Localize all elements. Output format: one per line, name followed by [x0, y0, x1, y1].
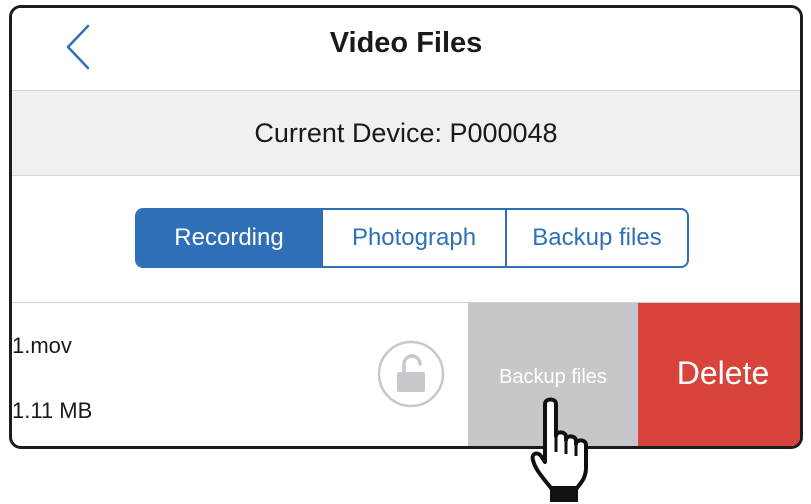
page-title: Video Files: [329, 27, 483, 59]
file-size: 1.11 MB: [12, 398, 93, 423]
delete-button[interactable]: Delete: [638, 303, 800, 446]
lock-toggle-button[interactable]: [377, 340, 445, 408]
file-type-segmented-control: Recording Photograph Backup files: [135, 208, 689, 268]
tab-photograph[interactable]: Photograph: [321, 210, 505, 266]
current-device-bar: Current Device: P000048: [12, 90, 800, 176]
navigation-bar: Video Files: [12, 8, 800, 90]
file-list-row[interactable]: 1.mov 1.11 MB Backup files Delete: [12, 303, 800, 446]
app-screen: Video Files Current Device: P000048 Reco…: [9, 5, 803, 449]
tab-backup-files[interactable]: Backup files: [505, 210, 687, 266]
tab-recording[interactable]: Recording: [137, 210, 321, 266]
file-name: 1.mov: [12, 333, 72, 358]
unlocked-padlock-icon: [377, 340, 445, 408]
current-device-label: Current Device: P000048: [254, 118, 558, 148]
pointing-hand-icon: [530, 397, 588, 502]
